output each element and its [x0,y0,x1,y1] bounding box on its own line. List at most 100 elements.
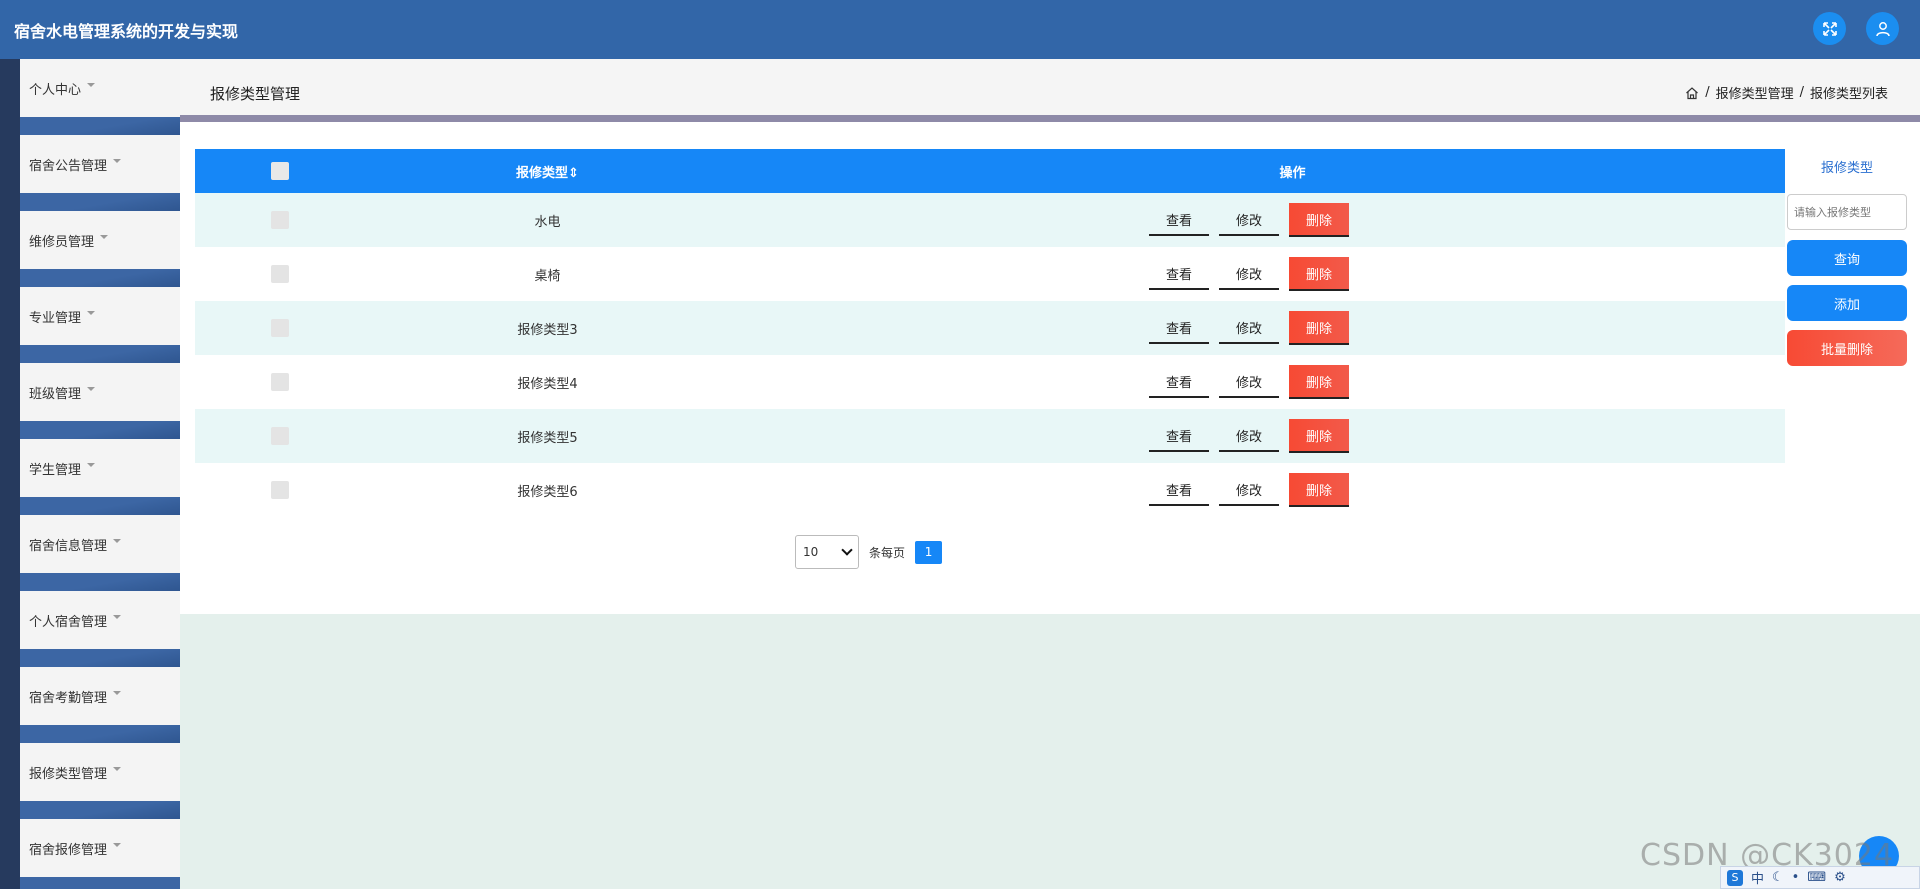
row-actions: 查看 修改 删除 [730,419,1785,453]
delete-button[interactable]: 删除 [1289,473,1349,507]
sidebar-item-dorm-info[interactable]: 宿舍信息管理 [20,515,180,573]
row-checkbox[interactable] [271,319,289,337]
row-checkbox[interactable] [271,373,289,391]
caret-down-icon [87,463,96,467]
row-actions: 查看 修改 删除 [730,311,1785,345]
row-type-cell: 报修类型3 [517,322,578,338]
sidebar-item-label: 宿舍报修管理 [29,842,108,858]
caret-down-icon [113,691,122,695]
header-check-cell [195,162,365,180]
sidebar-item-label: 报修类型管理 [29,766,108,782]
sort-icon[interactable]: ⇕ [568,166,579,181]
repair-type-table: 报修类型⇕ 操作 水电 查看 修改 删除 桌椅 查看 修改 删除 报修类型3 查… [195,149,1785,517]
edit-button[interactable]: 修改 [1219,420,1279,452]
query-button[interactable]: 查询 [1787,240,1907,276]
sidebar-item-personal-center[interactable]: 个人中心 [20,59,180,117]
breadcrumb-separator: / [1705,85,1710,100]
table-row: 报修类型6 查看 修改 删除 [195,463,1785,517]
row-check-cell [195,427,365,445]
user-button[interactable] [1866,12,1899,45]
fullscreen-button[interactable] [1813,12,1846,45]
edit-button[interactable]: 修改 [1219,312,1279,344]
sidebar-item-dorm-repair[interactable]: 宿舍报修管理 [20,819,180,877]
ime-mode-label[interactable]: 中 [1751,868,1764,887]
punctuation-icon[interactable]: • [1792,870,1800,885]
row-actions: 查看 修改 删除 [730,203,1785,237]
delete-button[interactable]: 删除 [1289,311,1349,345]
column-header-ops: 操作 [1279,165,1306,181]
home-icon[interactable] [1685,86,1699,100]
view-button[interactable]: 查看 [1149,474,1209,506]
sidebar-item-class[interactable]: 班级管理 [20,363,180,421]
row-checkbox[interactable] [271,211,289,229]
search-label: 报修类型 [1820,161,1873,176]
moon-icon[interactable]: ☾ [1772,870,1784,885]
view-button[interactable]: 查看 [1149,312,1209,344]
ime-toolbar[interactable]: S 中 ☾ • ⌨ ⚙ [1720,866,1920,889]
column-header-type[interactable]: 报修类型⇕ [365,162,730,181]
row-checkbox[interactable] [271,481,289,499]
table-row: 桌椅 查看 修改 删除 [195,247,1785,301]
caret-down-icon [87,387,96,391]
delete-button[interactable]: 删除 [1289,365,1349,399]
delete-button[interactable]: 删除 [1289,257,1349,291]
chevron-down-icon [841,544,853,556]
user-icon [1875,21,1890,36]
delete-button[interactable]: 删除 [1289,203,1349,237]
batch-delete-button[interactable]: 批量删除 [1787,330,1907,366]
view-button[interactable]: 查看 [1149,204,1209,236]
select-all-checkbox[interactable] [271,162,289,180]
page-size-select[interactable]: 10 [795,535,859,569]
settings-icon[interactable]: ⚙ [1834,870,1846,885]
breadcrumb-item[interactable]: 报修类型管理 [1716,83,1794,102]
sidebar: 个人中心 宿舍公告管理 维修员管理 专业管理 班级管理 学生管理 宿舍信息管理 … [0,59,180,889]
sidebar-separator [20,573,180,591]
page-number-button[interactable]: 1 [915,540,943,564]
row-checkbox[interactable] [271,427,289,445]
sidebar-item-personal-dorm[interactable]: 个人宿舍管理 [20,591,180,649]
sidebar-separator [20,497,180,515]
breadcrumb-separator: / [1799,85,1804,100]
sidebar-item-student[interactable]: 学生管理 [20,439,180,497]
row-actions: 查看 修改 删除 [730,365,1785,399]
sidebar-item-label: 学生管理 [29,462,82,478]
view-button[interactable]: 查看 [1149,420,1209,452]
edit-button[interactable]: 修改 [1219,366,1279,398]
row-check-cell [195,211,365,229]
sidebar-item-major[interactable]: 专业管理 [20,287,180,345]
row-checkbox[interactable] [271,265,289,283]
sidebar-item-repairman[interactable]: 维修员管理 [20,211,180,269]
per-page-label: 条每页 [869,545,906,560]
add-button[interactable]: 添加 [1787,285,1907,321]
pagination: 10 条每页 1 [795,535,943,569]
column-header-type-label: 报修类型 [516,165,569,181]
search-input[interactable] [1787,194,1907,230]
table-row: 报修类型5 查看 修改 删除 [195,409,1785,463]
sidebar-item-repair-type[interactable]: 报修类型管理 [20,743,180,801]
view-button[interactable]: 查看 [1149,258,1209,290]
page-size-value: 10 [803,545,819,559]
breadcrumb-item-current: 报修类型列表 [1809,87,1888,102]
sidebar-stripe [0,59,20,889]
row-type-cell: 报修类型6 [517,484,578,500]
row-check-cell [195,319,365,337]
row-check-cell [195,481,365,499]
row-type-cell: 报修类型4 [517,376,578,392]
app-title: 宿舍水电管理系统的开发与实现 [14,22,239,41]
sidebar-item-notice[interactable]: 宿舍公告管理 [20,135,180,193]
sidebar-item-attendance[interactable]: 宿舍考勤管理 [20,667,180,725]
edit-button[interactable]: 修改 [1219,204,1279,236]
row-check-cell [195,373,365,391]
delete-button[interactable]: 删除 [1289,419,1349,453]
row-check-cell [195,265,365,283]
row-actions: 查看 修改 删除 [730,257,1785,291]
view-button[interactable]: 查看 [1149,366,1209,398]
row-actions: 查看 修改 删除 [730,473,1785,507]
sidebar-separator [20,801,180,819]
edit-button[interactable]: 修改 [1219,474,1279,506]
top-bar: 宿舍水电管理系统的开发与实现 [0,0,1920,59]
sidebar-separator [20,725,180,743]
edit-button[interactable]: 修改 [1219,258,1279,290]
keyboard-icon[interactable]: ⌨ [1807,870,1826,885]
table-header: 报修类型⇕ 操作 [195,149,1785,193]
